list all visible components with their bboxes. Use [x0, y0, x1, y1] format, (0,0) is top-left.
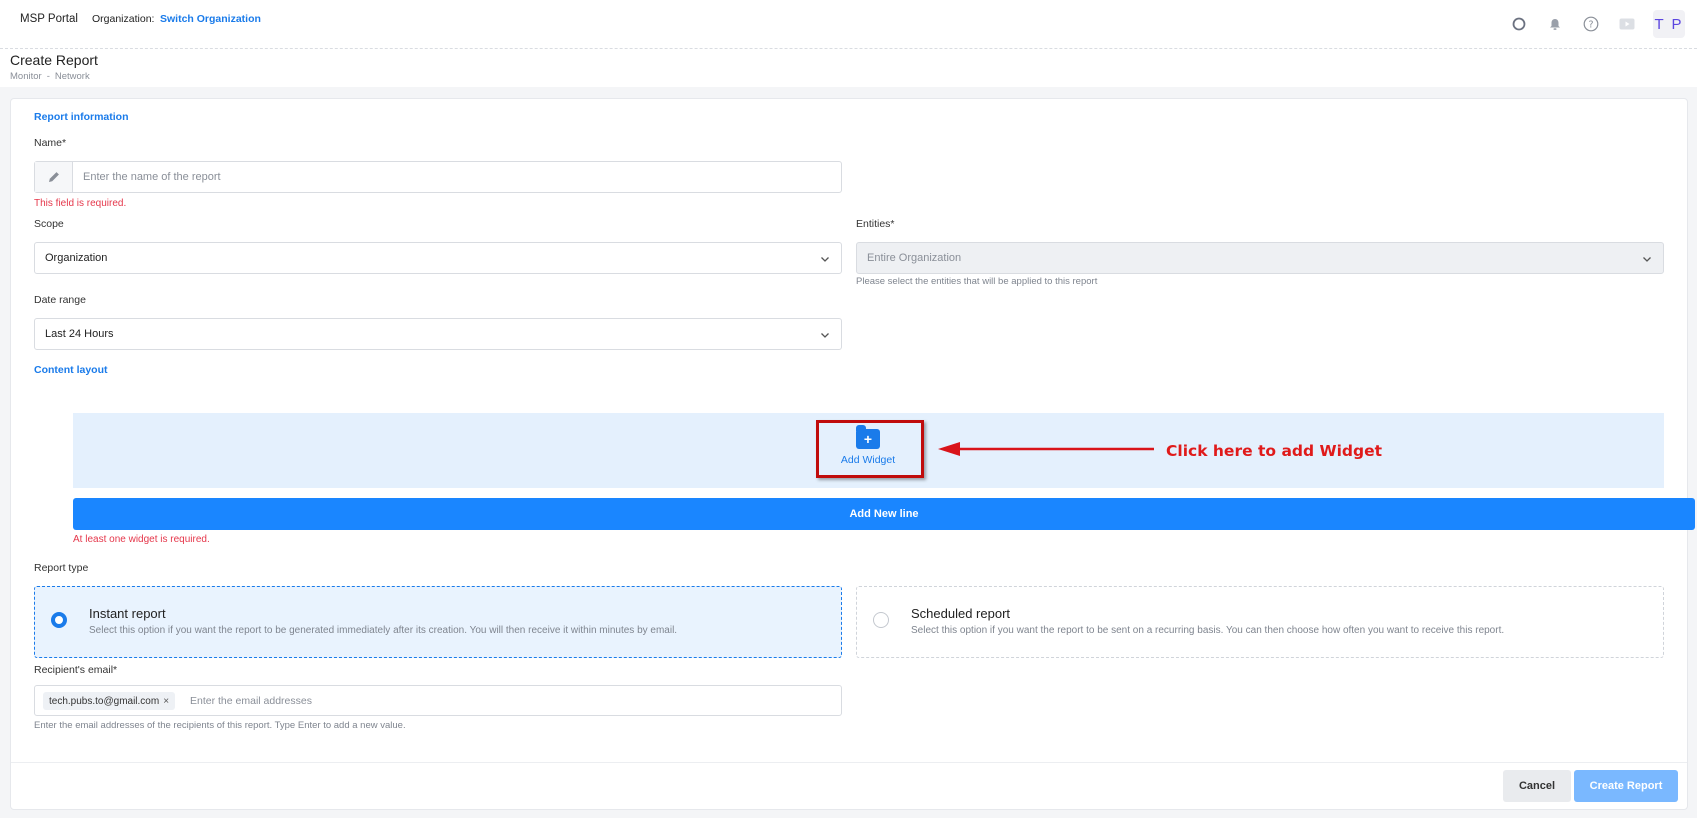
instant-report-description: Select this option if you want the repor…	[89, 625, 678, 636]
entities-value: Entire Organization	[867, 252, 962, 264]
radio-selected[interactable]	[51, 612, 67, 628]
date-range-value: Last 24 Hours	[45, 328, 114, 340]
annotation-text: Click here to add Widget	[1166, 442, 1383, 460]
entities-label: Entities*	[856, 218, 895, 230]
instant-report-option[interactable]: Instant report Select this option if you…	[34, 586, 842, 658]
bell-icon[interactable]	[1545, 14, 1565, 34]
name-error: This field is required.	[34, 198, 127, 209]
brand-name[interactable]: MSP Portal	[20, 13, 78, 25]
entities-select[interactable]: Entire Organization	[856, 242, 1664, 274]
widget-error: At least one widget is required.	[73, 534, 210, 545]
close-icon[interactable]: ×	[163, 696, 169, 707]
email-chip: tech.pubs.to@gmail.com ×	[43, 692, 176, 710]
circle-status-icon[interactable]	[1509, 14, 1529, 34]
name-label: Name*	[34, 137, 67, 149]
create-report-form: Report information Name* Enter the name …	[10, 98, 1695, 810]
help-icon[interactable]: ?	[1581, 14, 1601, 34]
scheduled-report-description: Select this option if you want the repor…	[911, 625, 1505, 636]
report-type-label: Report type	[34, 562, 89, 574]
chevron-down-icon	[1641, 252, 1653, 270]
breadcrumb-item[interactable]: Monitor	[10, 71, 42, 82]
scope-select[interactable]: Organization	[34, 242, 842, 274]
breadcrumb-separator: -	[46, 71, 50, 82]
page-title: Create Report	[10, 52, 98, 68]
video-icon[interactable]	[1617, 14, 1637, 34]
report-name-field[interactable]: Enter the name of the report	[34, 161, 842, 193]
chevron-down-icon	[819, 252, 831, 270]
email-chip-label: tech.pubs.to@gmail.com	[49, 695, 160, 707]
cancel-button[interactable]: Cancel	[1503, 770, 1571, 802]
annotation-highlight-box	[816, 420, 924, 478]
recipients-hint: Enter the email addresses of the recipie…	[34, 720, 406, 731]
footer-divider	[11, 762, 1687, 763]
instant-report-title: Instant report	[89, 606, 166, 621]
email-placeholder: Enter the email addresses	[190, 695, 312, 707]
create-report-button[interactable]: Create Report	[1574, 770, 1678, 802]
page-header: Create Report Monitor - Network	[0, 49, 1697, 87]
date-range-label: Date range	[34, 294, 86, 306]
scheduled-report-title: Scheduled report	[911, 606, 1011, 621]
breadcrumb: Monitor - Network	[10, 71, 90, 82]
entities-hint: Please select the entities that will be …	[856, 276, 1098, 287]
recipients-email-field[interactable]: tech.pubs.to@gmail.com × Enter the email…	[34, 685, 842, 716]
top-icons: ? T P	[1509, 10, 1685, 38]
top-bar: MSP Portal Organization: Switch Organiza…	[0, 0, 1697, 49]
pencil-icon	[35, 162, 73, 192]
radio-unselected[interactable]	[873, 612, 889, 628]
add-new-line-button[interactable]: Add New line	[73, 498, 1695, 530]
report-information-title: Report information	[34, 111, 129, 123]
scope-value: Organization	[45, 252, 108, 264]
annotation-arrow-icon	[938, 442, 1154, 456]
report-name-placeholder: Enter the name of the report	[83, 171, 221, 183]
date-range-select[interactable]: Last 24 Hours	[34, 318, 842, 350]
switch-organization-link[interactable]: Switch Organization	[160, 13, 261, 25]
breadcrumb-item[interactable]: Network	[55, 71, 90, 82]
scheduled-report-option[interactable]: Scheduled report Select this option if y…	[856, 586, 1664, 658]
content-layout-title: Content layout	[34, 364, 108, 376]
recipients-label: Recipient's email*	[34, 664, 118, 676]
chevron-down-icon	[819, 328, 831, 346]
avatar[interactable]: T P	[1653, 10, 1685, 38]
svg-text:?: ?	[1588, 20, 1593, 31]
scope-label: Scope	[34, 218, 64, 230]
organization-label: Organization:	[92, 13, 155, 25]
